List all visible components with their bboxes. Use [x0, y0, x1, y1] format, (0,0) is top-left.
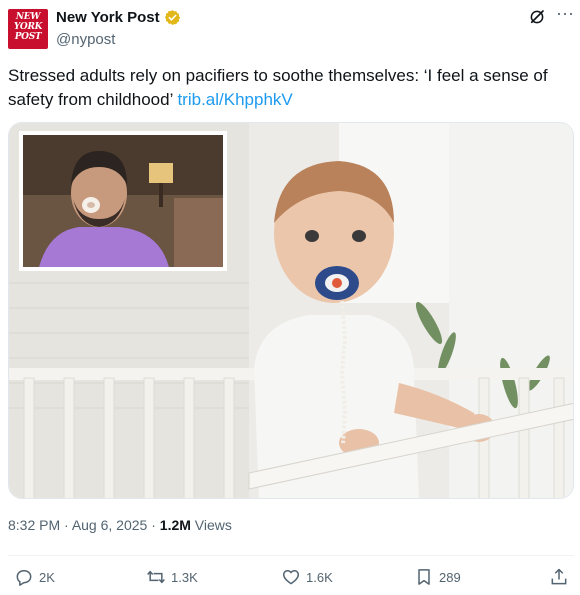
bookmark-button[interactable]: 289 — [414, 567, 461, 587]
display-name[interactable]: New York Post — [56, 9, 160, 26]
retweet-icon — [147, 570, 165, 584]
share-icon — [551, 568, 567, 585]
tweet-media-image[interactable] — [8, 122, 574, 499]
tweet-text: Stressed adults rely on pacifiers to soo… — [8, 64, 568, 112]
avatar-logo-text: NEW YORK POST — [13, 12, 43, 42]
meta-separator: · — [60, 517, 72, 533]
retweet-button[interactable]: 1.3K — [146, 567, 198, 587]
verified-badge-icon — [164, 10, 180, 25]
like-button[interactable]: 1.6K — [281, 567, 333, 587]
like-count: 1.6K — [306, 569, 333, 585]
tweet-date[interactable]: Aug 6, 2025 — [72, 517, 148, 533]
tweet-link[interactable]: trib.al/KhpphkV — [177, 90, 292, 109]
views-label: Views — [190, 517, 232, 533]
tweet-meta: 8:32 PM · Aug 6, 2025 · 1.2M Views — [8, 517, 232, 533]
divider — [8, 555, 574, 556]
tweet-card: NEW YORK POST New York Post @nypost ··· St… — [0, 0, 580, 595]
reply-icon — [16, 570, 32, 586]
more-icon[interactable]: ··· — [555, 4, 575, 26]
handle[interactable]: @nypost — [56, 31, 115, 48]
share-button[interactable] — [549, 567, 569, 587]
reply-count: 2K — [39, 569, 55, 585]
reply-button[interactable]: 2K — [14, 567, 55, 587]
bookmark-count: 289 — [439, 569, 461, 585]
retweet-count: 1.3K — [171, 569, 198, 585]
avatar[interactable]: NEW YORK POST — [8, 9, 48, 49]
heart-icon — [282, 570, 300, 585]
views-count: 1.2M — [159, 517, 191, 533]
baby-with-pacifier-photo — [9, 123, 573, 498]
tweet-time[interactable]: 8:32 PM — [8, 517, 60, 533]
meta-separator: · — [147, 517, 160, 533]
bookmark-icon — [418, 569, 430, 585]
grok-icon[interactable] — [528, 8, 546, 26]
author-name-row: New York Post — [56, 9, 181, 26]
